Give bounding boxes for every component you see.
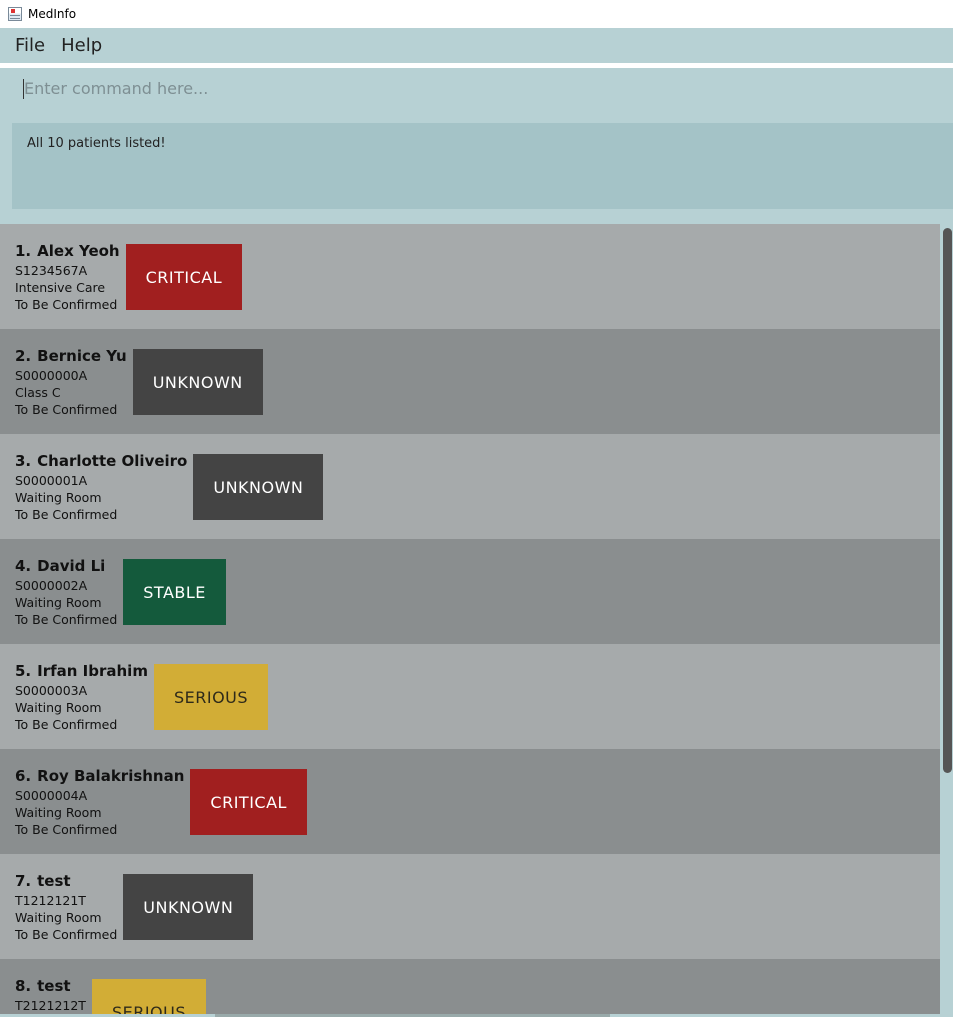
patient-card[interactable]: 6. Roy Balakrishnan S0000004A Waiting Roo…: [0, 749, 940, 854]
status-badge: UNKNOWN: [123, 874, 254, 940]
patient-ward: Waiting Room: [15, 910, 102, 925]
patient-name: 3. Charlotte Oliveiro: [15, 452, 187, 470]
patient-info: 8. test T2121212T: [15, 977, 86, 1014]
patient-nric: S0000000A: [15, 368, 88, 383]
patient-name-text: Irfan Ibrahim: [37, 662, 148, 680]
patient-index: 2.: [15, 347, 32, 365]
patient-info: 5. Irfan Ibrahim S0000003A Waiting Room T…: [15, 662, 148, 733]
patient-nric: S0000004A: [15, 788, 88, 803]
patient-discharge: To Be Confirmed: [15, 297, 118, 312]
patient-ward: Waiting Room: [15, 805, 102, 820]
patient-nric: T1212121T: [15, 893, 86, 908]
command-input[interactable]: [22, 78, 953, 99]
patient-discharge: To Be Confirmed: [15, 507, 118, 522]
status-badge: UNKNOWN: [132, 349, 263, 415]
patient-name-text: test: [37, 872, 71, 890]
result-message: All 10 patients listed!: [27, 136, 166, 151]
title-bar: MedInfo: [0, 0, 953, 28]
patient-ward: Waiting Room: [15, 490, 102, 505]
patient-name: 2. Bernice Yu: [15, 347, 127, 365]
patient-index: 8.: [15, 977, 32, 995]
patient-index: 6.: [15, 767, 32, 785]
status-badge: SERIOUS: [153, 664, 269, 730]
patient-name-text: Alex Yeoh: [37, 242, 120, 260]
patient-name: 7. test: [15, 872, 117, 890]
status-badge: STABLE: [123, 559, 226, 625]
patient-nric: S1234567A: [15, 263, 88, 278]
patient-ward: Class C: [15, 385, 61, 400]
status-badge: UNKNOWN: [193, 454, 324, 520]
menu-divider: [0, 63, 953, 68]
patient-nric: S0000001A: [15, 473, 88, 488]
patient-discharge: To Be Confirmed: [15, 927, 118, 942]
patient-index: 7.: [15, 872, 32, 890]
patient-card[interactable]: 8. test T2121212T SERIOUS: [0, 959, 940, 1014]
patient-list[interactable]: 1. Alex Yeoh S1234567A Intensive Care To …: [0, 224, 940, 1014]
patient-name: 6. Roy Balakrishnan: [15, 767, 184, 785]
menu-file[interactable]: File: [15, 35, 45, 56]
patient-name: 4. David Li: [15, 557, 117, 575]
app-icon: [8, 7, 22, 21]
patient-nric: S0000002A: [15, 578, 88, 593]
patient-index: 5.: [15, 662, 32, 680]
patient-discharge: To Be Confirmed: [15, 717, 118, 732]
patient-discharge: To Be Confirmed: [15, 612, 118, 627]
patient-discharge: To Be Confirmed: [15, 402, 118, 417]
patient-ward: Waiting Room: [15, 700, 102, 715]
patient-name-text: test: [37, 977, 71, 995]
command-box[interactable]: [10, 69, 953, 108]
window-title: MedInfo: [28, 7, 77, 21]
patient-name: 5. Irfan Ibrahim: [15, 662, 148, 680]
patient-card[interactable]: 7. test T1212121T Waiting Room To Be Conf…: [0, 854, 940, 959]
patient-index: 1.: [15, 242, 32, 260]
patient-info: 3. Charlotte Oliveiro S0000001A Waiting R…: [15, 452, 187, 523]
patient-name: 8. test: [15, 977, 86, 995]
scrollbar-thumb[interactable]: [943, 228, 952, 773]
patient-card[interactable]: 4. David Li S0000002A Waiting Room To Be …: [0, 539, 940, 644]
patient-info: 4. David Li S0000002A Waiting Room To Be …: [15, 557, 117, 628]
patient-card[interactable]: 2. Bernice Yu S0000000A Class C To Be Con…: [0, 329, 940, 434]
patient-name-text: David Li: [37, 557, 106, 575]
text-caret: [23, 79, 24, 99]
patient-name-text: Bernice Yu: [37, 347, 127, 365]
status-badge: SERIOUS: [91, 979, 207, 1014]
menu-help[interactable]: Help: [61, 35, 102, 56]
patient-info: 6. Roy Balakrishnan S0000004A Waiting Roo…: [15, 767, 184, 838]
patient-card[interactable]: 1. Alex Yeoh S1234567A Intensive Care To …: [0, 224, 940, 329]
status-badge: CRITICAL: [125, 244, 243, 310]
patient-card[interactable]: 3. Charlotte Oliveiro S0000001A Waiting R…: [0, 434, 940, 539]
patient-index: 4.: [15, 557, 32, 575]
patient-nric: S0000003A: [15, 683, 88, 698]
patient-card[interactable]: 5. Irfan Ibrahim S0000003A Waiting Room T…: [0, 644, 940, 749]
patient-name-text: Charlotte Oliveiro: [37, 452, 188, 470]
patient-name: 1. Alex Yeoh: [15, 242, 120, 260]
result-display: All 10 patients listed!: [12, 123, 953, 209]
patient-discharge: To Be Confirmed: [15, 822, 118, 837]
patient-ward: Intensive Care: [15, 280, 106, 295]
patient-info: 1. Alex Yeoh S1234567A Intensive Care To …: [15, 242, 120, 313]
patient-nric: T2121212T: [15, 998, 86, 1013]
patient-name-text: Roy Balakrishnan: [37, 767, 185, 785]
menu-bar: File Help: [0, 28, 953, 63]
patient-index: 3.: [15, 452, 32, 470]
patient-info: 7. test T1212121T Waiting Room To Be Conf…: [15, 872, 117, 943]
patient-info: 2. Bernice Yu S0000000A Class C To Be Con…: [15, 347, 127, 418]
status-badge: CRITICAL: [190, 769, 307, 835]
patient-ward: Waiting Room: [15, 595, 102, 610]
